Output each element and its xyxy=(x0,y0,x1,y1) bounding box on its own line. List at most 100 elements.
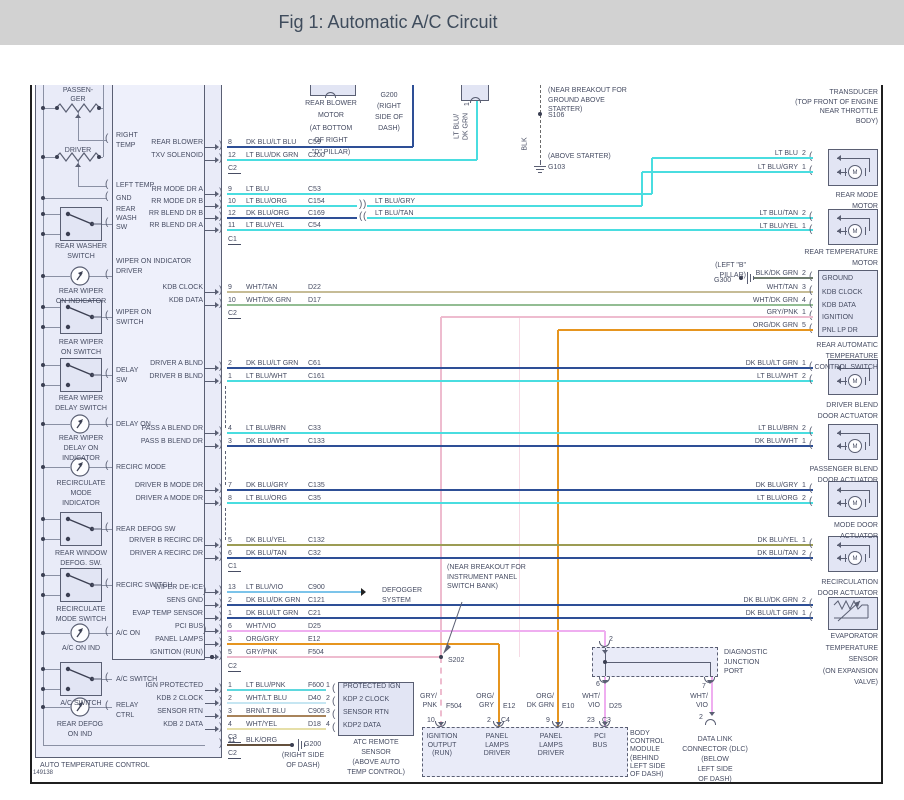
junction-dot xyxy=(739,276,743,280)
connector-bracket: ) xyxy=(219,375,222,385)
connector-bracket: ) xyxy=(203,586,206,596)
connector-bracket: ) xyxy=(219,212,222,222)
arrowhead xyxy=(602,722,608,726)
wire xyxy=(227,217,357,219)
wire xyxy=(540,85,541,158)
junction-dot xyxy=(41,537,45,541)
pin-number: 2 xyxy=(802,372,806,382)
switch-icon xyxy=(60,662,102,696)
connector-bracket: ( xyxy=(809,212,812,222)
connector-bracket: ( xyxy=(332,684,335,694)
wire xyxy=(837,490,869,491)
rear-blower-motor-label: REAR BLOWER MOTOR (AT BOTTOM OF RIGHT "D… xyxy=(300,98,362,159)
connector-cup xyxy=(325,92,336,98)
wire xyxy=(298,739,299,751)
wire xyxy=(227,715,326,717)
atc-bracket-label: WIPER ON SWITCH xyxy=(116,308,151,328)
pin-number: 3 xyxy=(802,283,806,293)
label: 7 xyxy=(702,682,706,692)
arrowhead xyxy=(438,722,444,726)
connector-cup xyxy=(470,97,481,103)
junction-dot xyxy=(41,631,45,635)
wire xyxy=(845,227,846,235)
wire xyxy=(227,205,357,207)
label: 23 xyxy=(587,716,595,726)
switch-icon xyxy=(60,207,102,241)
connector-bracket: ( xyxy=(105,180,108,190)
atc-bracket-label: WIPER ON INDICATOR DRIVER xyxy=(116,257,191,276)
arrowhead xyxy=(75,114,81,118)
wire xyxy=(652,157,813,159)
atc-bracket-label: RECIRC SWITCH xyxy=(116,581,172,591)
junction-dot xyxy=(55,155,59,159)
wire xyxy=(540,160,541,165)
junction-dot xyxy=(210,655,214,659)
component-label: REAR DEFOG ON IND xyxy=(48,720,112,740)
connector-tag: C1 xyxy=(228,562,241,572)
wire xyxy=(43,689,60,690)
g103-label: G103 xyxy=(548,163,565,173)
connector-bracket: ) xyxy=(219,539,222,549)
pin-number: 2 xyxy=(802,549,806,559)
connector-bracket: ) xyxy=(219,684,222,694)
connector-bracket: ( xyxy=(809,286,812,296)
label: PASSENGER BLEND DOOR ACTUATOR xyxy=(798,464,878,486)
wire xyxy=(837,218,869,219)
wire xyxy=(227,728,326,730)
pin-number: 1 xyxy=(326,681,330,691)
junction-dot xyxy=(41,232,45,236)
connector-bracket: ) xyxy=(203,625,206,635)
g200-bottom-label: G200 xyxy=(304,740,321,750)
bcm-pin-label: PCI BUS xyxy=(586,733,614,750)
connector-bracket: ) xyxy=(359,200,362,210)
wire xyxy=(43,633,70,634)
wire-color: DK BLU/DK GRN xyxy=(718,596,798,606)
junction-dot xyxy=(41,517,45,521)
wire xyxy=(865,554,866,562)
connector-bracket: ( xyxy=(332,723,335,733)
wire-color: DK BLU/LT GRN xyxy=(718,359,798,369)
wire xyxy=(536,169,544,170)
wire xyxy=(205,716,215,717)
wire xyxy=(89,467,112,468)
wire xyxy=(43,575,60,576)
connector-bracket: ( xyxy=(105,218,108,228)
atc-bracket-label: DELAY SW xyxy=(116,366,138,386)
connector-bracket: ) xyxy=(219,440,222,450)
wire-color: DK BLU/YEL xyxy=(718,536,798,546)
wire xyxy=(304,743,305,747)
connector-bracket: ( xyxy=(332,697,335,707)
wire xyxy=(225,508,226,540)
rear-temperature-motor-label: REAR TEMPERATURE MOTOR xyxy=(770,247,878,269)
component-label: RECIRCULATE MODE INDICATOR xyxy=(45,479,117,509)
junction-dot xyxy=(41,212,45,216)
wire xyxy=(227,744,291,746)
atc-bracket-label: RELAY CTRL xyxy=(116,701,138,720)
wire xyxy=(865,168,866,176)
label: F504 xyxy=(446,702,462,712)
wire xyxy=(205,644,215,645)
wire xyxy=(476,101,478,160)
wire xyxy=(205,618,215,619)
connector-bracket: ) xyxy=(219,651,222,661)
wire xyxy=(227,193,652,195)
wire xyxy=(205,206,215,207)
connector-bracket: ( xyxy=(809,599,812,609)
pin-number: 4 xyxy=(802,296,806,306)
wire xyxy=(869,218,870,231)
motor-circle: M xyxy=(848,374,862,388)
rear-atc-pin-label: IGNITION xyxy=(822,313,853,323)
wire xyxy=(205,703,215,704)
label: 2 xyxy=(699,713,703,723)
junction-dot xyxy=(603,660,607,664)
wire xyxy=(43,276,70,277)
component-label: REAR WIPER DELAY ON INDICATOR xyxy=(45,434,117,464)
connector-bracket: ) xyxy=(219,200,222,210)
connector-bracket: ( xyxy=(105,192,108,202)
component-label: RECIRCULATE MODE SWITCH xyxy=(45,605,117,625)
connector-tag: C2 xyxy=(228,662,241,672)
wire xyxy=(845,377,846,385)
wire xyxy=(227,689,326,691)
component-label: A/C ON IND xyxy=(45,644,117,654)
connector-bracket: ) xyxy=(219,188,222,198)
